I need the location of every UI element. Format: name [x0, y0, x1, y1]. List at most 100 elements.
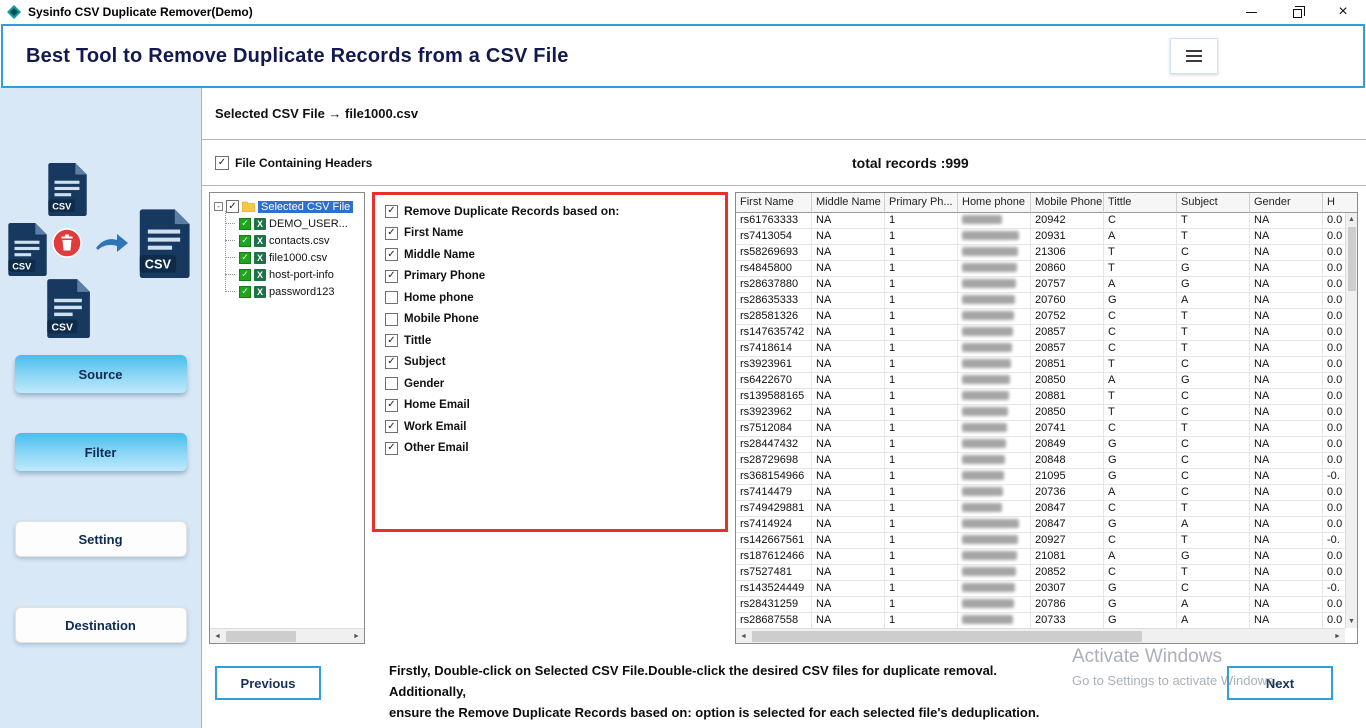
sidebar-button-destination[interactable]: Destination: [14, 607, 187, 643]
grid-row[interactable]: rs139588165 NA 1 20881 T C NA 0.0: [736, 389, 1345, 405]
filter-option[interactable]: Gender: [385, 377, 715, 390]
scroll-up-icon[interactable]: ▲: [1346, 213, 1357, 226]
grid-row[interactable]: rs368154966 NA 1 21095 G C NA -0.: [736, 469, 1345, 485]
file-headers-checkbox[interactable]: [215, 155, 229, 170]
filter-option-checkbox[interactable]: [385, 420, 398, 433]
grid-row[interactable]: rs7413054 NA 1 20931 A T NA 0.0: [736, 229, 1345, 245]
tree-item[interactable]: Xhost-port-info: [238, 266, 364, 283]
grid-row[interactable]: rs7512084 NA 1 20741 C T NA 0.0: [736, 421, 1345, 437]
minimize-icon[interactable]: [1228, 0, 1274, 24]
grid-row[interactable]: rs58269693 NA 1 21306 T C NA 0.0: [736, 245, 1345, 261]
filter-option-checkbox[interactable]: [385, 312, 398, 326]
filter-option[interactable]: Work Email: [385, 420, 715, 433]
grid-row[interactable]: rs6422670 NA 1 20850 A G NA 0.0: [736, 373, 1345, 389]
grid-cell: 1: [885, 389, 958, 405]
tree-item-checkbox[interactable]: [239, 268, 251, 281]
scrollbar-thumb[interactable]: [1347, 227, 1356, 291]
tree-collapse-icon[interactable]: -: [214, 202, 223, 211]
grid-column-header[interactable]: First Name: [736, 193, 812, 213]
grid-row[interactable]: rs143524449 NA 1 20307 G C NA -0.: [736, 581, 1345, 597]
grid-row[interactable]: rs7414924 NA 1 20847 G A NA 0.0: [736, 517, 1345, 533]
filter-option[interactable]: Primary Phone: [385, 269, 715, 283]
grid-row[interactable]: rs749429881 NA 1 20847 C T NA 0.0: [736, 501, 1345, 517]
grid-cell: NA: [1250, 245, 1323, 261]
grid-column-header[interactable]: Gender: [1250, 193, 1323, 213]
hamburger-menu-icon[interactable]: [1170, 38, 1218, 74]
filter-option[interactable]: Middle Name: [385, 248, 715, 261]
tree-item-checkbox[interactable]: [239, 251, 251, 264]
filter-option-checkbox[interactable]: [385, 269, 398, 283]
grid-column-header[interactable]: Home phone: [958, 193, 1031, 213]
tree-item[interactable]: Xpassword123: [238, 283, 364, 300]
grid-row[interactable]: rs3923961 NA 1 20851 T C NA 0.0: [736, 357, 1345, 373]
grid-row[interactable]: rs4845800 NA 1 20860 T G NA 0.0: [736, 261, 1345, 277]
previous-button[interactable]: Previous: [215, 666, 321, 700]
scroll-down-icon[interactable]: ▼: [1346, 615, 1357, 628]
restore-icon[interactable]: [1274, 0, 1320, 24]
filter-option[interactable]: First Name: [385, 226, 715, 240]
tree-item-checkbox[interactable]: [239, 217, 251, 230]
tree-item[interactable]: Xfile1000.csv: [238, 249, 364, 266]
filter-option-checkbox[interactable]: [385, 248, 398, 261]
tree-root-checkbox[interactable]: [226, 200, 239, 213]
grid-row[interactable]: rs142667561 NA 1 20927 C T NA -0.: [736, 533, 1345, 549]
sidebar-button-setting[interactable]: Setting: [14, 521, 187, 557]
grid-row[interactable]: rs61763333 NA 1 20942 C T NA 0.0: [736, 213, 1345, 229]
grid-row[interactable]: rs7414479 NA 1 20736 A C NA 0.0: [736, 485, 1345, 501]
grid-row[interactable]: rs147635742 NA 1 20857 C T NA 0.0: [736, 325, 1345, 341]
grid-row[interactable]: rs3923962 NA 1 20850 T C NA 0.0: [736, 405, 1345, 421]
grid-row[interactable]: rs28729698 NA 1 20848 G C NA 0.0: [736, 453, 1345, 469]
grid-cell: C: [1104, 325, 1177, 341]
filter-option-checkbox[interactable]: [385, 334, 398, 347]
next-button[interactable]: Next: [1227, 666, 1333, 700]
grid-row[interactable]: rs28431259 NA 1 20786 G A NA 0.0: [736, 597, 1345, 613]
grid-column-header[interactable]: Primary Ph...: [885, 193, 958, 213]
sidebar-button-source[interactable]: Source: [14, 355, 187, 393]
filter-option[interactable]: Home phone: [385, 291, 715, 304]
grid-row[interactable]: rs28637880 NA 1 20757 A G NA 0.0: [736, 277, 1345, 293]
scrollbar-thumb[interactable]: [226, 630, 296, 642]
tree-item[interactable]: Xcontacts.csv: [238, 232, 364, 249]
tree-item-checkbox[interactable]: [239, 234, 251, 247]
grid-column-header[interactable]: H: [1323, 193, 1357, 213]
grid-row[interactable]: rs7418614 NA 1 20857 C T NA 0.0: [736, 341, 1345, 357]
grid-row[interactable]: rs28635333 NA 1 20760 G A NA 0.0: [736, 293, 1345, 309]
scroll-left-icon[interactable]: ◄: [736, 629, 751, 643]
scroll-right-icon[interactable]: ►: [1330, 629, 1345, 643]
grid-horizontal-scrollbar[interactable]: ◄ ►: [736, 628, 1345, 643]
filter-option-checkbox[interactable]: [385, 441, 398, 455]
filter-title-checkbox[interactable]: [385, 204, 398, 218]
grid-cell: 0.0: [1323, 373, 1345, 389]
grid-column-header[interactable]: Subject: [1177, 193, 1250, 213]
grid-cell: rs28431259: [736, 597, 812, 613]
scroll-right-icon[interactable]: ►: [349, 629, 364, 643]
tree-item-checkbox[interactable]: [239, 285, 251, 298]
filter-option-checkbox[interactable]: [385, 226, 398, 240]
filter-option[interactable]: Subject: [385, 355, 715, 369]
filter-option[interactable]: Tittle: [385, 334, 715, 347]
grid-row[interactable]: rs28687558 NA 1 20733 G A NA 0.0: [736, 613, 1345, 628]
grid-column-header[interactable]: Middle Name: [812, 193, 885, 213]
scroll-left-icon[interactable]: ◄: [210, 629, 225, 643]
tree-horizontal-scrollbar[interactable]: ◄ ►: [210, 628, 364, 643]
grid-row[interactable]: rs28581326 NA 1 20752 C T NA 0.0: [736, 309, 1345, 325]
grid-vertical-scrollbar[interactable]: ▲ ▼: [1345, 213, 1357, 628]
filter-option-checkbox[interactable]: [385, 377, 398, 390]
filter-option-checkbox[interactable]: [385, 398, 398, 412]
sidebar-button-filter[interactable]: Filter: [14, 433, 187, 471]
grid-row[interactable]: rs7527481 NA 1 20852 C T NA 0.0: [736, 565, 1345, 581]
tree-root-item[interactable]: - Selected CSV File: [214, 198, 364, 215]
close-icon[interactable]: ×: [1320, 0, 1366, 24]
filter-option[interactable]: Home Email: [385, 398, 715, 412]
tree-item[interactable]: XDEMO_USER...: [238, 215, 364, 232]
filter-option-checkbox[interactable]: [385, 291, 398, 304]
grid-row[interactable]: rs28447432 NA 1 20849 G C NA 0.0: [736, 437, 1345, 453]
filter-option[interactable]: Mobile Phone: [385, 312, 715, 326]
grid-column-header[interactable]: Mobile Phone: [1031, 193, 1104, 213]
scrollbar-thumb[interactable]: [752, 630, 1142, 642]
grid-cell: rs58269693: [736, 245, 812, 261]
grid-row[interactable]: rs187612466 NA 1 21081 A G NA 0.0: [736, 549, 1345, 565]
filter-option[interactable]: Other Email: [385, 441, 715, 455]
filter-option-checkbox[interactable]: [385, 355, 398, 369]
grid-column-header[interactable]: Tittle: [1104, 193, 1177, 213]
